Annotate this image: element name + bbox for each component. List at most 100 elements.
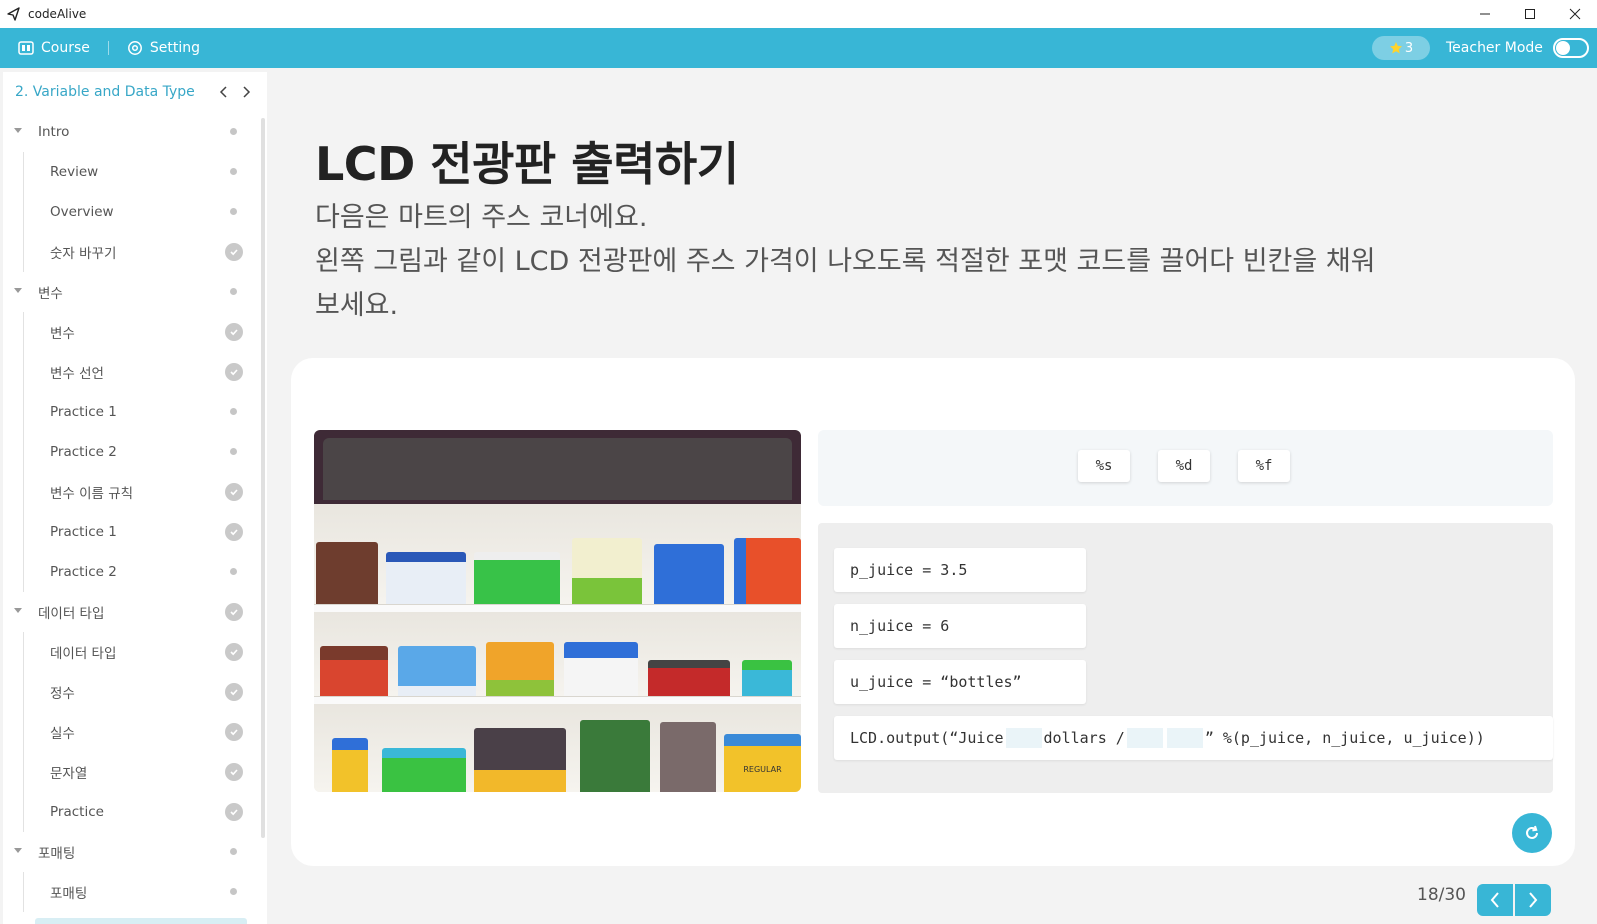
completed-check-icon	[225, 683, 243, 701]
reset-button[interactable]	[1512, 813, 1552, 853]
sidebar-item[interactable]: Practice 1	[3, 512, 257, 552]
setting-button[interactable]: Setting	[127, 28, 200, 68]
sidebar-item[interactable]: Practice 2	[3, 432, 257, 472]
product	[316, 542, 378, 608]
sidebar-item[interactable]: 문자열	[3, 752, 257, 792]
status-dot-icon	[230, 208, 237, 215]
course-button[interactable]: Course	[18, 28, 90, 68]
sidebar-scrollbar[interactable]	[261, 118, 265, 838]
page-title: LCD 전광판 출력하기	[315, 137, 739, 191]
teacher-mode-label: Teacher Mode	[1446, 40, 1543, 56]
drop-blank[interactable]	[1005, 728, 1042, 748]
product	[474, 552, 560, 608]
prev-page-button[interactable]	[1477, 884, 1513, 916]
sidebar-section[interactable]: Intro	[3, 112, 257, 152]
product	[648, 660, 730, 700]
lesson-list: Intro Review Overview 숫자 바꾸기 변수 변수 변수 선언 Practi…	[3, 112, 257, 912]
sidebar-item-label: Review	[50, 164, 99, 180]
refresh-icon	[1526, 825, 1538, 839]
completed-check-icon	[225, 763, 243, 781]
sidebar-item-label: Practice 2	[50, 564, 117, 580]
output-prefix: LCD.output(“Juice	[850, 729, 1004, 747]
product-label: REGULAR	[724, 734, 801, 792]
output-middle: dollars /	[1043, 729, 1125, 747]
sidebar-item-label: 포매팅	[50, 886, 88, 902]
product	[660, 722, 716, 792]
description-line-1: 다음은 마트의 주스 코너에요.	[315, 202, 648, 233]
tree-guide-line	[23, 872, 24, 912]
product	[382, 748, 466, 792]
sidebar-item-label: 데이터 타입	[50, 646, 117, 662]
sidebar-item-label: 변수 선언	[50, 366, 104, 382]
completed-check-icon	[225, 323, 243, 341]
sidebar-item[interactable]: 정수	[3, 672, 257, 712]
option-chip[interactable]: %d	[1158, 450, 1210, 482]
sidebar-item-label: 정수	[50, 686, 75, 702]
lcd-screen	[323, 438, 792, 500]
product	[572, 538, 642, 608]
option-chip[interactable]: %s	[1078, 450, 1130, 482]
chapter-prev-icon[interactable]	[215, 82, 231, 102]
sidebar-item[interactable]: Practice 1	[3, 392, 257, 432]
sidebar-item[interactable]: 변수	[3, 312, 257, 352]
completed-check-icon	[225, 643, 243, 661]
maximize-icon[interactable]	[1507, 0, 1552, 28]
exercise-description: 다음은 마트의 주스 코너에요. 왼쪽 그림과 같이 LCD 전광판에 주스 가…	[315, 196, 1485, 328]
sidebar-section[interactable]: 포매팅	[3, 832, 257, 872]
sidebar-item[interactable]: 포매팅	[3, 872, 257, 912]
completed-check-icon	[225, 603, 243, 621]
next-page-button[interactable]	[1515, 884, 1551, 916]
active-item-highlight	[35, 918, 247, 924]
sidebar-item-label: 데이터 타입	[38, 606, 105, 622]
sidebar-item[interactable]: 숫자 바꾸기	[3, 232, 257, 272]
status-dot-icon	[230, 128, 237, 135]
toggle-knob	[1555, 41, 1570, 55]
sidebar-item[interactable]: 변수 선언	[3, 352, 257, 392]
sidebar-item[interactable]: Practice	[3, 792, 257, 832]
sidebar-item-label: 변수	[38, 286, 63, 302]
product	[474, 728, 566, 792]
sidebar-item-label: 실수	[50, 726, 75, 742]
teacher-mode: Teacher Mode	[1446, 28, 1589, 68]
star-count: 3	[1404, 40, 1414, 56]
close-icon[interactable]	[1552, 0, 1597, 28]
caret-down-icon[interactable]	[14, 608, 22, 613]
chapter-title[interactable]: 2. Variable and Data Type	[15, 84, 195, 100]
sidebar-item[interactable]: 변수 이름 규칙	[3, 472, 257, 512]
sidebar-item[interactable]: Overview	[3, 192, 257, 232]
sidebar-item[interactable]: Practice 2	[3, 552, 257, 592]
completed-check-icon	[225, 243, 243, 261]
caret-down-icon[interactable]	[14, 288, 22, 293]
drop-blank[interactable]	[1126, 728, 1163, 748]
product	[742, 660, 792, 700]
caret-down-icon[interactable]	[14, 848, 22, 853]
option-chip[interactable]: %f	[1238, 450, 1290, 482]
sidebar-item-label: Practice 2	[50, 444, 117, 460]
sidebar-item-label: 문자열	[50, 766, 88, 782]
sidebar-section[interactable]: 데이터 타입	[3, 592, 257, 632]
caret-down-icon[interactable]	[14, 128, 22, 133]
star-icon	[1389, 42, 1402, 54]
chapter-next-icon[interactable]	[239, 82, 255, 102]
star-count-badge: 3	[1372, 36, 1430, 60]
output-code-line: LCD.output(“Juice dollars / ” %(p_juice, …	[834, 716, 1553, 760]
juice-shelf-illustration: REGULAR	[314, 430, 801, 792]
product	[486, 642, 554, 700]
sidebar-item[interactable]: Review	[3, 152, 257, 192]
sidebar-item[interactable]: 실수	[3, 712, 257, 752]
lesson-sidebar: 2. Variable and Data Type Intro Review Ove…	[3, 72, 267, 924]
sidebar-item[interactable]: 데이터 타입	[3, 632, 257, 672]
minimize-icon[interactable]	[1462, 0, 1507, 28]
completed-check-icon	[225, 723, 243, 741]
product	[580, 720, 650, 792]
product	[332, 738, 368, 792]
product	[654, 544, 724, 608]
sidebar-item-label: Practice 1	[50, 524, 117, 540]
sidebar-section[interactable]: 변수	[3, 272, 257, 312]
top-navigation: Course Setting 3 Teacher Mode	[0, 28, 1597, 68]
drop-blank[interactable]	[1166, 728, 1203, 748]
teacher-mode-toggle[interactable]	[1552, 38, 1589, 58]
code-line: p_juice = 3.5	[834, 548, 1086, 592]
description-line-3: 보세요.	[315, 290, 399, 321]
sidebar-item-label: Overview	[50, 204, 114, 220]
